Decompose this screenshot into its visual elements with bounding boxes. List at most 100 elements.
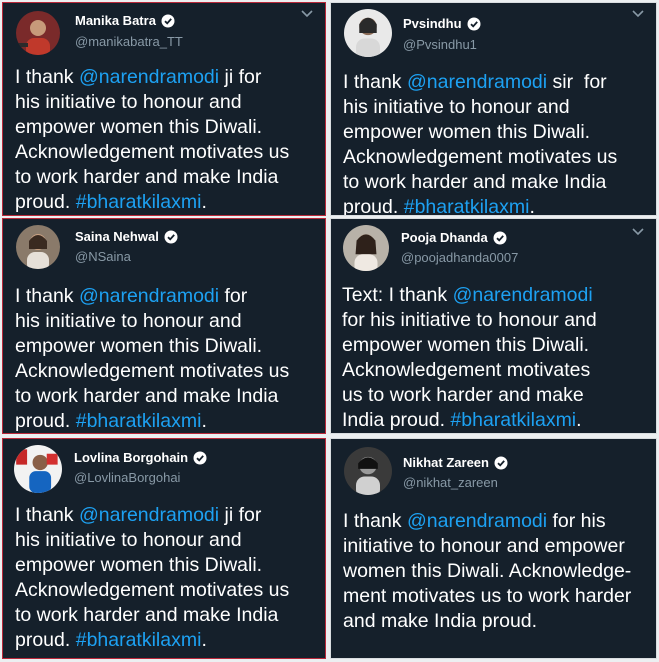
display-name[interactable]: Nikhat Zareen bbox=[403, 455, 508, 470]
hashtag-link[interactable]: #bharatkilaxmi bbox=[404, 196, 530, 215]
tweet-text-line: empower women this Diwali. bbox=[15, 553, 320, 578]
tweet-text-segment: Acknowledgement motivates us bbox=[15, 579, 290, 601]
display-name[interactable]: Pvsindhu bbox=[403, 16, 481, 31]
hashtag-link[interactable]: #bharatkilaxmi bbox=[76, 629, 202, 651]
verified-badge-icon bbox=[494, 456, 508, 470]
tweet-text: I thank @narendramodi for his initiative … bbox=[15, 284, 320, 433]
display-name[interactable]: Pooja Dhanda bbox=[401, 230, 507, 245]
mention-link[interactable]: @narendramodi bbox=[79, 66, 219, 88]
tweet-text-segment: his initiative to honour and bbox=[15, 310, 242, 332]
tweet-text-segment: . bbox=[201, 410, 207, 432]
tweet-text-segment: Acknowledgement motivates bbox=[342, 359, 591, 381]
tweet-text-segment: ji for bbox=[219, 66, 262, 88]
profile-avatar[interactable] bbox=[344, 9, 392, 57]
tweet-text-line: to work harder and make India bbox=[15, 603, 320, 628]
profile-avatar[interactable] bbox=[343, 225, 389, 271]
tweet-text-segment: for his initiative to honour and bbox=[342, 309, 597, 331]
user-handle[interactable]: @LovlinaBorgohai bbox=[74, 470, 180, 485]
tweet-text-line: for his initiative to honour and bbox=[342, 308, 647, 333]
tweet-text-segment: . bbox=[201, 191, 207, 213]
display-name-text[interactable]: Lovlina Borgohain bbox=[74, 450, 188, 465]
profile-avatar[interactable] bbox=[344, 447, 392, 495]
tweet-text-line: Acknowledgement motivates bbox=[342, 358, 647, 383]
verified-badge-icon bbox=[493, 231, 507, 245]
tweet-text-segment: Acknowledgement motivates us bbox=[15, 360, 290, 382]
user-handle[interactable]: @nikhat_zareen bbox=[403, 475, 498, 490]
display-name[interactable]: Lovlina Borgohain bbox=[74, 450, 207, 465]
tweet-text-line: I thank @narendramodi sir for bbox=[343, 70, 648, 95]
tweet-text-segment: us to work harder and make bbox=[342, 384, 584, 406]
tweet-text-line: India proud. #bharatkilaxmi. bbox=[342, 408, 647, 433]
mention-link[interactable]: @narendramodi bbox=[407, 71, 547, 93]
display-name[interactable]: Manika Batra bbox=[75, 13, 175, 28]
tweet-text-line: empower women this Diwali. bbox=[343, 120, 648, 145]
tweet-text-line: proud. #bharatkilaxmi. bbox=[15, 628, 320, 653]
tweet-card: Pvsindhu @Pvsindhu1 I thank @narendramod… bbox=[330, 2, 657, 216]
display-name-text[interactable]: Pvsindhu bbox=[403, 16, 462, 31]
tweet-text-line: Text: I thank @narendramodi bbox=[342, 283, 647, 308]
tweet-text-segment: empower women this Diwali. bbox=[15, 116, 263, 138]
tweet-text-line: women this Diwali. Acknowledge- bbox=[343, 559, 648, 584]
tweet-text-line: empower women this Diwali. bbox=[342, 333, 647, 358]
tweet-text-segment: empower women this Diwali. bbox=[343, 121, 591, 143]
display-name-text[interactable]: Manika Batra bbox=[75, 13, 156, 28]
tweet-text-line: I thank @narendramodi ji for bbox=[15, 503, 320, 528]
chevron-down-icon[interactable] bbox=[301, 9, 313, 19]
tweet-text-segment: Text: I thank bbox=[342, 284, 453, 306]
tweet-text-line: initiative to honour and empower bbox=[343, 534, 648, 559]
tweet-text-line: Acknowledgement motivates us bbox=[15, 578, 320, 603]
tweet-text-segment: proud. bbox=[15, 191, 76, 213]
tweet-text-line: proud. #bharatkilaxmi. bbox=[343, 195, 648, 215]
tweet-text-segment: empower women this Diwali. bbox=[15, 554, 263, 576]
display-name[interactable]: Saina Nehwal bbox=[75, 229, 178, 244]
tweet-card: Saina Nehwal @NSaina I thank @narendramo… bbox=[2, 218, 326, 434]
hashtag-link[interactable]: #bharatkilaxmi bbox=[76, 410, 202, 432]
tweet-text-segment: . bbox=[201, 629, 207, 651]
tweet-text-segment: India proud. bbox=[342, 409, 451, 431]
mention-link[interactable]: @narendramodi bbox=[79, 504, 219, 526]
user-handle[interactable]: @NSaina bbox=[75, 249, 131, 264]
tweet-card: Pooja Dhanda @poojadhanda0007 Text: I th… bbox=[330, 218, 657, 434]
tweet-text-line: his initiative to honour and bbox=[343, 95, 648, 120]
verified-badge-icon bbox=[161, 14, 175, 28]
hashtag-link[interactable]: #bharatkilaxmi bbox=[76, 191, 202, 213]
mention-link[interactable]: @narendramodi bbox=[407, 510, 547, 532]
tweet-text-line: empower women this Diwali. bbox=[15, 334, 320, 359]
tweet-text-line: I thank @narendramodi for his bbox=[343, 509, 648, 534]
tweet-text-segment: for his bbox=[547, 510, 606, 532]
tweet-text-line: I thank @narendramodi ji for bbox=[15, 65, 320, 90]
display-name-text[interactable]: Pooja Dhanda bbox=[401, 230, 488, 245]
tweet-text-line: proud. #bharatkilaxmi. bbox=[15, 409, 320, 433]
mention-link[interactable]: @narendramodi bbox=[79, 285, 219, 307]
mention-link[interactable]: @narendramodi bbox=[453, 284, 593, 306]
display-name-text[interactable]: Saina Nehwal bbox=[75, 229, 159, 244]
verified-badge-icon bbox=[467, 17, 481, 31]
profile-avatar[interactable] bbox=[14, 445, 62, 493]
tweet-text-line: to work harder and make India bbox=[343, 170, 648, 195]
tweet-text: Text: I thank @narendramodi for his initi… bbox=[342, 283, 647, 433]
tweet-text-segment: I thank bbox=[15, 285, 79, 307]
tweet-collage: Manika Batra @manikabatra_TT I thank @na… bbox=[0, 0, 659, 662]
user-handle[interactable]: @poojadhanda0007 bbox=[401, 250, 518, 265]
profile-avatar[interactable] bbox=[16, 225, 60, 269]
tweet-text: I thank @narendramodi for his initiative … bbox=[343, 509, 648, 634]
chevron-down-icon[interactable] bbox=[632, 227, 644, 237]
tweet-text-segment: I thank bbox=[343, 71, 407, 93]
display-name-text[interactable]: Nikhat Zareen bbox=[403, 455, 489, 470]
profile-avatar[interactable] bbox=[16, 11, 60, 55]
tweet-text-line: to work harder and make India bbox=[15, 165, 320, 190]
tweet-text-segment: proud. bbox=[15, 410, 76, 432]
tweet-card: Lovlina Borgohain @LovlinaBorgohai I tha… bbox=[2, 438, 326, 659]
chevron-down-icon[interactable] bbox=[632, 9, 644, 19]
hashtag-link[interactable]: #bharatkilaxmi bbox=[450, 409, 576, 431]
tweet-text-line: his initiative to honour and bbox=[15, 528, 320, 553]
tweet-text-segment: sir for bbox=[547, 71, 607, 93]
tweet-text-line: Acknowledgement motivates us bbox=[15, 140, 320, 165]
tweet-text-segment: women this Diwali. Acknowledge- bbox=[343, 560, 632, 582]
tweet-card: Manika Batra @manikabatra_TT I thank @na… bbox=[2, 2, 326, 216]
tweet-text-line: his initiative to honour and bbox=[15, 309, 320, 334]
tweet-text-segment: to work harder and make India bbox=[15, 604, 279, 626]
user-handle[interactable]: @Pvsindhu1 bbox=[403, 37, 477, 52]
tweet-text-segment: his initiative to honour and bbox=[343, 96, 570, 118]
user-handle[interactable]: @manikabatra_TT bbox=[75, 34, 183, 49]
